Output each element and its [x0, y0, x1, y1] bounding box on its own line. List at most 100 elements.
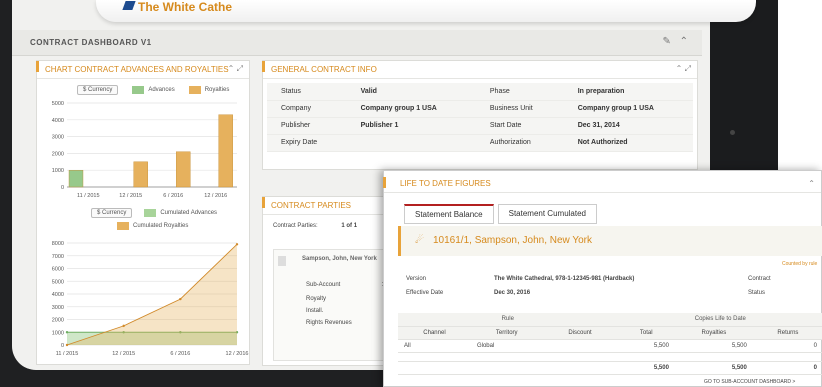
y-tick-label: 0	[61, 343, 64, 349]
parties-title: CONTRACT PARTIES	[271, 201, 352, 210]
collapse-icon[interactable]: ⌃	[676, 64, 683, 73]
legend-label-advances: Advances	[148, 87, 175, 93]
spacer-row	[398, 352, 822, 362]
parties-paging: 1 of 1	[341, 223, 358, 229]
y-tick-label: 7000	[52, 254, 64, 260]
contract-parties-panel: CONTRACT PARTIES Contract Parties: 1 of …	[262, 196, 403, 366]
tab-statement-balance[interactable]: Statement Balance	[404, 204, 494, 224]
x-tick-label: 6 / 2016	[163, 193, 183, 199]
chart1-legend: $ Currency Advances Royalties	[77, 85, 229, 95]
point-cumulated-advances	[65, 331, 69, 334]
info-value: Company group 1 USA	[346, 100, 476, 118]
chart-panel: CHART CONTRACT ADVANCES AND ROYALTIES ⌃ …	[36, 60, 250, 365]
group-header-rule: Rule	[398, 313, 618, 327]
bar-royalties	[218, 114, 233, 188]
y-tick-label: 0	[61, 185, 64, 191]
group-header-copies: Copies Life to Date	[617, 313, 822, 327]
info-value: Company group 1 USA	[563, 100, 693, 118]
point-cumulated-royalties	[179, 297, 182, 301]
edit-icon[interactable]: ✎	[662, 36, 670, 47]
x-tick-label: 6 / 2016	[170, 351, 190, 357]
x-tick-label: 11 / 2015	[56, 351, 79, 357]
ltd-table: Rule Copies Life to Date Channel Territo…	[398, 313, 822, 375]
collapse-icon[interactable]: ⌃	[680, 36, 688, 47]
info-row: Publisher Publisher 1 Start Date Dec 31,…	[267, 117, 693, 135]
bar-advances	[68, 169, 84, 188]
collapse-icon[interactable]: ⌃	[808, 179, 815, 188]
cell-discount	[542, 339, 618, 353]
info-label: Status	[267, 83, 347, 101]
info-value	[346, 134, 476, 152]
total-royalties: 5,500	[674, 361, 753, 375]
col-channel: Channel	[398, 326, 471, 340]
x-tick-label: 12 / 2016	[204, 193, 227, 199]
general-info-title: GENERAL CONTRACT INFO	[271, 65, 377, 74]
cell-channel: All	[398, 339, 471, 353]
chart2-legend: $ Currency Cumulated Advances	[91, 208, 217, 218]
info-row: Status Valid Phase In preparation	[267, 83, 693, 101]
version-label: Version	[406, 276, 427, 282]
y-tick-label: 2000	[52, 151, 64, 157]
life-to-date-panel: LIFE TO DATE FIGURES ⌃ Statement Balance…	[383, 170, 822, 387]
ltd-title: LIFE TO DATE FIGURES	[400, 179, 491, 188]
app-title: The White Cathe	[138, 0, 233, 14]
legend-label-cumulated-advances: Cumulated Advances	[160, 210, 218, 216]
total-total: 5,500	[617, 361, 675, 375]
parties-header: CONTRACT PARTIES	[262, 197, 401, 215]
info-label: Authorization	[475, 134, 564, 152]
info-value: Dec 31, 2014	[563, 117, 693, 135]
tab-statement-cumulated[interactable]: Statement Cumulated	[497, 204, 597, 224]
effective-date-label: Effective Date	[406, 290, 444, 296]
panel-accent	[262, 197, 265, 208]
info-label: Start Date	[475, 117, 564, 135]
info-label: Publisher	[267, 117, 347, 135]
panel-accent	[383, 177, 386, 188]
total-returns: 0	[752, 361, 822, 375]
area-chart: 0 1000 2000 3000 4000 5000 6000 7000 8000 11 / 20…	[52, 241, 249, 357]
y-tick-label: 3000	[52, 305, 64, 311]
currency-selector[interactable]: $ Currency	[77, 85, 119, 95]
parties-label: Contract Parties:	[273, 223, 318, 229]
expand-icon[interactable]: ⤢	[237, 64, 243, 73]
legend-swatch-advances	[132, 86, 145, 94]
person-icon	[278, 256, 286, 266]
info-value: Valid	[346, 83, 476, 101]
panel-controls: ⌃ ⤢	[228, 64, 243, 74]
chart2-legend-row2: Cumulated Royalties	[117, 222, 188, 230]
effective-date-value: Dec 30, 2016	[494, 290, 531, 296]
dashboard-header: CONTRACT DASHBOARD V1 ✎ ⌃	[12, 30, 702, 56]
info-row: Company Company group 1 USA Business Uni…	[267, 100, 693, 118]
table-group-header: Rule Copies Life to Date	[398, 313, 822, 327]
info-value: Publisher 1	[346, 117, 476, 135]
y-tick-label: 8000	[52, 241, 64, 247]
general-info-table: Status Valid Phase In preparation Compan…	[267, 83, 693, 152]
expand-icon[interactable]: ⤢	[685, 64, 691, 73]
party-name: Sampson, John, New York	[302, 256, 377, 262]
table-column-header: Channel Territory Discount Total Royalti…	[398, 326, 822, 340]
y-tick-label: 4000	[52, 118, 64, 124]
y-tick-label: 5000	[52, 101, 64, 107]
cell-total: 5,500	[617, 339, 675, 353]
y-tick-label: 1000	[52, 168, 64, 174]
info-label: Expiry Date	[267, 134, 347, 152]
sub-account-dashboard-link[interactable]: GO TO SUB-ACCOUNT DASHBOARD >	[704, 379, 795, 385]
general-info-panel: GENERAL CONTRACT INFO ⌃ ⤢ Status Valid P…	[262, 60, 698, 170]
info-row: Expiry Date Authorization Not Authorized	[267, 134, 693, 152]
bar-royalties	[176, 151, 191, 188]
collapse-icon[interactable]: ⌃	[228, 64, 235, 73]
col-discount: Discount	[542, 326, 618, 340]
general-info-header: GENERAL CONTRACT INFO ⌃ ⤢	[262, 61, 697, 79]
cell-royalties: 5,500	[674, 339, 753, 353]
version-value: The White Cathedral, 978-1-12345-981 (Ha…	[494, 276, 635, 282]
point-cumulated-royalties	[122, 324, 125, 328]
legend-swatch-cumulated-advances	[144, 209, 157, 217]
y-tick-label: 6000	[52, 267, 64, 273]
x-tick-label: 12 / 2015	[112, 351, 135, 357]
totals-row: 5,500 5,500 0	[398, 361, 822, 375]
cell-returns: 0	[752, 339, 822, 353]
chart-panel-header: CHART CONTRACT ADVANCES AND ROYALTIES ⌃ …	[36, 61, 249, 79]
x-tick-label: 12 / 2015	[119, 193, 142, 199]
table-row: All Global 5,500 5,500 0	[398, 339, 822, 353]
info-value: Not Authorized	[563, 134, 693, 152]
currency-selector[interactable]: $ Currency	[91, 208, 133, 218]
